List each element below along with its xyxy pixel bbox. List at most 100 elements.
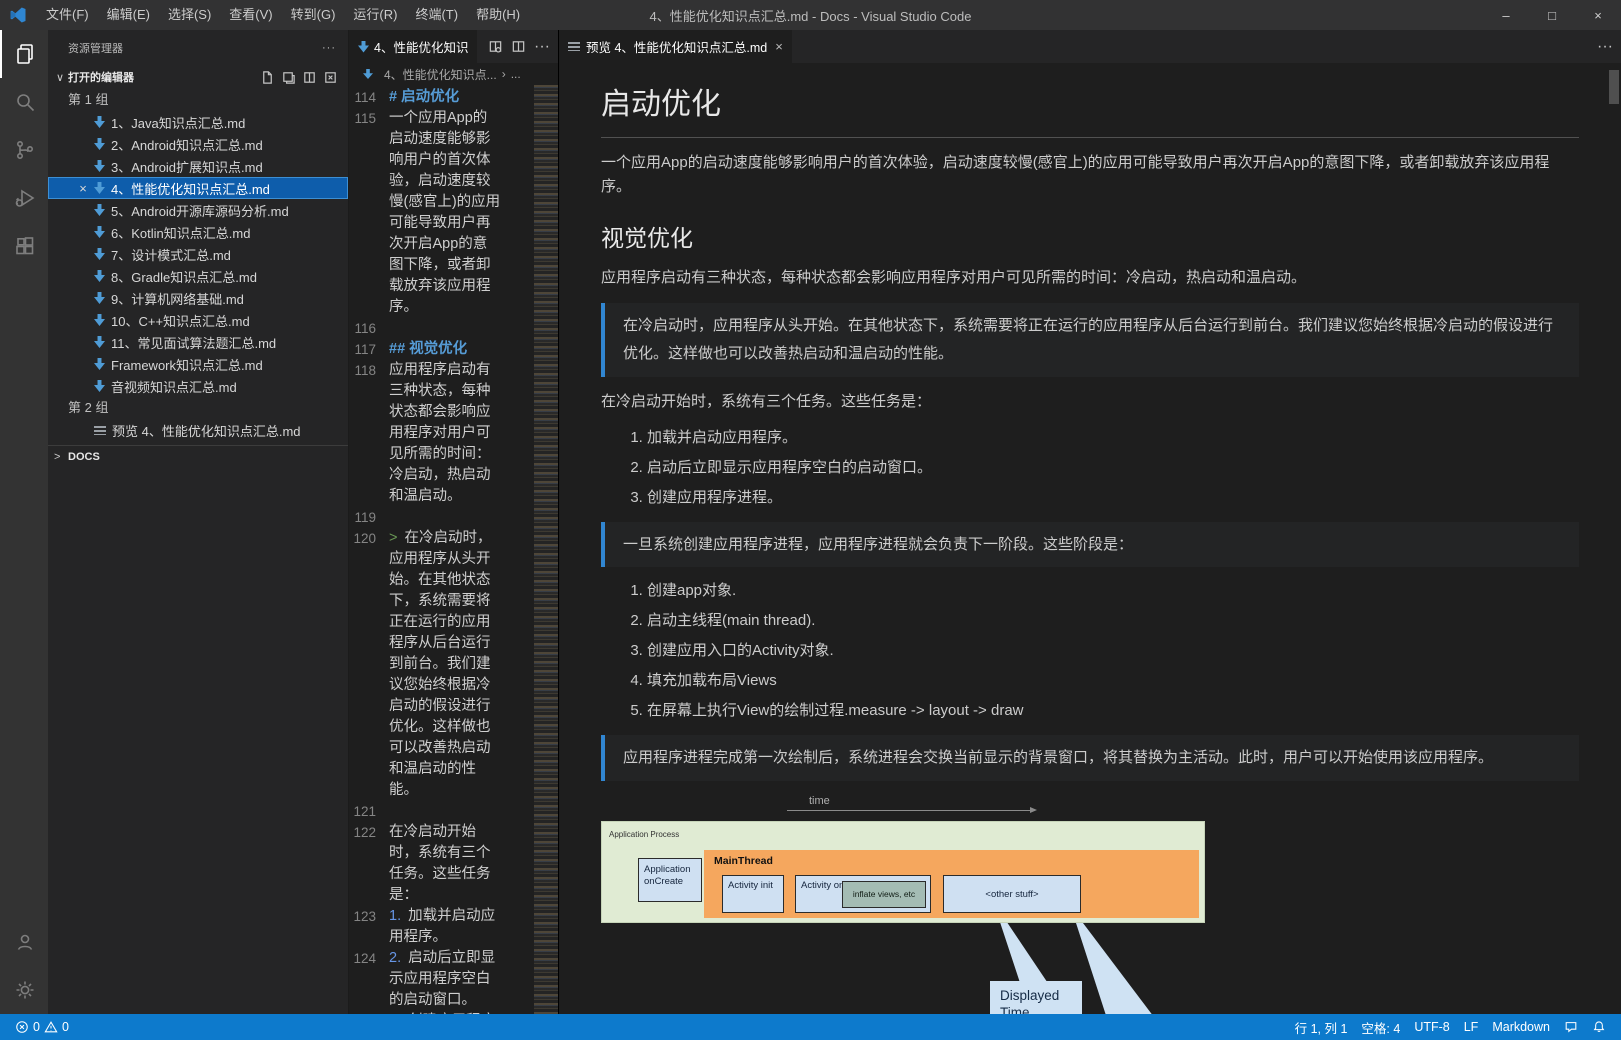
source-control-icon[interactable] [0,126,48,174]
list-item: 在屏幕上执行View的绘制过程.measure -> layout -> dra… [647,700,1579,721]
open-editor-item[interactable]: 6、Kotlin知识点汇总.md [48,221,348,243]
markdown-file-icon [94,138,105,150]
title-bar: 4、性能优化知识点汇总.md - Docs - Visual Studio Co… [0,0,1621,30]
editor-group-1-label: 第 1 组 [68,92,109,107]
preview-paragraph: 应用程序启动有三种状态，每种状态都会影响应用程序对用户可见所需的时间：冷启动，热… [601,269,1307,286]
sidebar-more-actions-icon[interactable]: ··· [322,42,336,54]
split-layout-icon[interactable] [302,70,317,85]
markdown-preview-content[interactable]: 启动优化 一个应用App的启动速度能够影响用户的首次体验，启动速度较慢(感官上)… [559,63,1621,1014]
preview-paragraph: 在冷启动开始时，系统有三个任务。这些任务是： [601,392,932,410]
split-editor-icon[interactable] [511,39,526,54]
menu-view[interactable]: 查看(V) [220,0,281,30]
preview-file-icon [94,425,106,435]
menu-terminal[interactable]: 终端(T) [406,0,467,30]
markdown-file-icon [94,292,105,304]
warning-icon [44,1021,58,1033]
startup-timeline-diagram: time Application Process Application onC… [601,795,1579,1014]
settings-gear-icon[interactable] [0,966,48,1014]
menu-help[interactable]: 帮助(H) [467,0,529,30]
open-editor-item[interactable]: 音视频知识点汇总.md [48,375,348,397]
minimize-button[interactable]: – [1483,0,1529,30]
menu-goto[interactable]: 转到(G) [282,0,345,30]
minimap[interactable] [534,85,558,1014]
preview-tab-bar: 预览 4、性能优化知识点汇总.md × ··· [559,30,1621,63]
close-icon[interactable]: × [775,39,783,54]
menu-edit[interactable]: 编辑(E) [98,0,159,30]
problems-indicator[interactable]: 0 0 [8,1014,76,1040]
mainthread-label: MainThread [714,855,773,867]
cursor-position[interactable]: 行 1, 列 1 [1288,1014,1355,1040]
vscode-logo-icon [10,7,26,23]
open-editor-item[interactable]: 5、Android开源库源码分析.md [48,199,348,221]
feedback-icon[interactable] [1557,1014,1585,1040]
eol-sequence[interactable]: LF [1457,1014,1486,1040]
markdown-file-icon [94,270,105,282]
markdown-file-icon [94,226,105,238]
indentation[interactable]: 空格: 4 [1354,1014,1407,1040]
inflate-views-box: inflate views, etc [842,881,926,908]
preview-blockquote: 一旦系统创建应用程序进程，应用程序进程就会负责下一阶段。这些阶段是： [601,521,1579,568]
editor-group-2-label: 第 2 组 [68,400,109,415]
preview-h1: 启动优化 [601,79,1579,138]
status-bar: 0 0 行 1, 列 1 空格: 4 UTF-8 LF Markdown [0,1014,1621,1040]
markdown-file-icon [94,182,105,194]
list-item: 填充加载布局Views [647,670,1579,691]
sidebar-title: 资源管理器 [68,42,123,55]
account-icon[interactable] [0,918,48,966]
other-stuff-box: <other stuff> [943,875,1081,913]
markdown-file-icon [94,358,105,370]
markdown-file-icon [358,40,369,53]
menu-run[interactable]: 运行(R) [344,0,406,30]
tab-markdown-preview[interactable]: 预览 4、性能优化知识点汇总.md × [559,30,792,63]
tab-markdown-source[interactable]: 4、性能优化知识 [349,30,478,63]
open-editor-item[interactable]: 1、Java知识点汇总.md [48,111,348,133]
notifications-bell-icon[interactable] [1585,1014,1613,1040]
markdown-file-icon [363,69,373,79]
open-editor-item[interactable]: 2、Android知识点汇总.md [48,133,348,155]
new-untitled-file-icon[interactable] [260,70,275,85]
open-editor-item[interactable]: Framework知识点汇总.md [48,353,348,375]
open-editor-item[interactable]: 7、设计模式汇总.md [48,243,348,265]
open-editor-item[interactable]: 11、常见面试算法题汇总.md [48,331,348,353]
open-editor-item[interactable]: 10、C++知识点汇总.md [48,309,348,331]
list-item: 创建应用程序进程。 [647,487,1579,508]
breadcrumb-chevron-icon: › [501,67,506,81]
open-editor-item-preview[interactable]: 预览 4、性能优化知识点汇总.md [48,419,348,441]
language-mode[interactable]: Markdown [1485,1014,1557,1040]
markdown-file-icon [94,204,105,216]
menu-file[interactable]: 文件(F) [37,0,98,30]
editor-more-actions-icon[interactable]: ··· [534,38,550,56]
preview-ordered-list: 创建app对象. 启动主线程(main thread). 创建应用入口的Acti… [601,580,1579,721]
encoding[interactable]: UTF-8 [1407,1014,1456,1040]
preview-more-actions-icon[interactable]: ··· [1597,38,1613,56]
code-editor[interactable]: 114 # 启动优化 115 一个应用App的启动速度能够影响用户的首次体验，启动速… [349,85,558,1014]
docs-folder-section[interactable]: > DOCS [48,445,348,468]
application-oncreate-box: Application onCreate [638,858,702,902]
search-icon[interactable] [0,78,48,126]
vscode-window: 4、性能优化知识点汇总.md - Docs - Visual Studio Co… [0,0,1621,1040]
open-editor-item[interactable]: 9、计算机网络基础.md [48,287,348,309]
run-debug-icon[interactable] [0,174,48,222]
close-icon[interactable]: × [72,181,94,196]
preview-ordered-list: 加载并启动应用程序。 启动后立即显示应用程序空白的启动窗口。 创建应用程序进程。 [601,427,1579,508]
open-editor-item-active[interactable]: × 4、性能优化知识点汇总.md [48,177,348,199]
close-window-button[interactable]: × [1575,0,1621,30]
open-preview-icon[interactable] [488,39,503,54]
explorer-icon[interactable] [0,30,48,78]
maximize-button[interactable]: □ [1529,0,1575,30]
editor-tab-bar: 4、性能优化知识 ··· [349,30,558,63]
extensions-icon[interactable] [0,222,48,270]
preview-scrollbar[interactable] [1609,70,1619,104]
close-all-editors-icon[interactable] [323,70,338,85]
list-item: 创建应用入口的Activity对象. [647,640,1579,661]
markdown-file-icon [94,160,105,172]
displayed-time-callout: Displayed Time [990,981,1082,1014]
open-editors-section[interactable]: ∨ 打开的编辑器 [48,65,348,89]
breadcrumb[interactable]: 4、性能优化知识点... › ... [349,63,558,85]
open-editor-item[interactable]: 3、Android扩展知识点.md [48,155,348,177]
save-all-icon[interactable] [281,70,296,85]
open-editor-item[interactable]: 8、Gradle知识点汇总.md [48,265,348,287]
activity-oncreate-box: Activity onCreate inflate views, etc [795,875,931,913]
markdown-file-icon [94,336,105,348]
menu-selection[interactable]: 选择(S) [159,0,220,30]
